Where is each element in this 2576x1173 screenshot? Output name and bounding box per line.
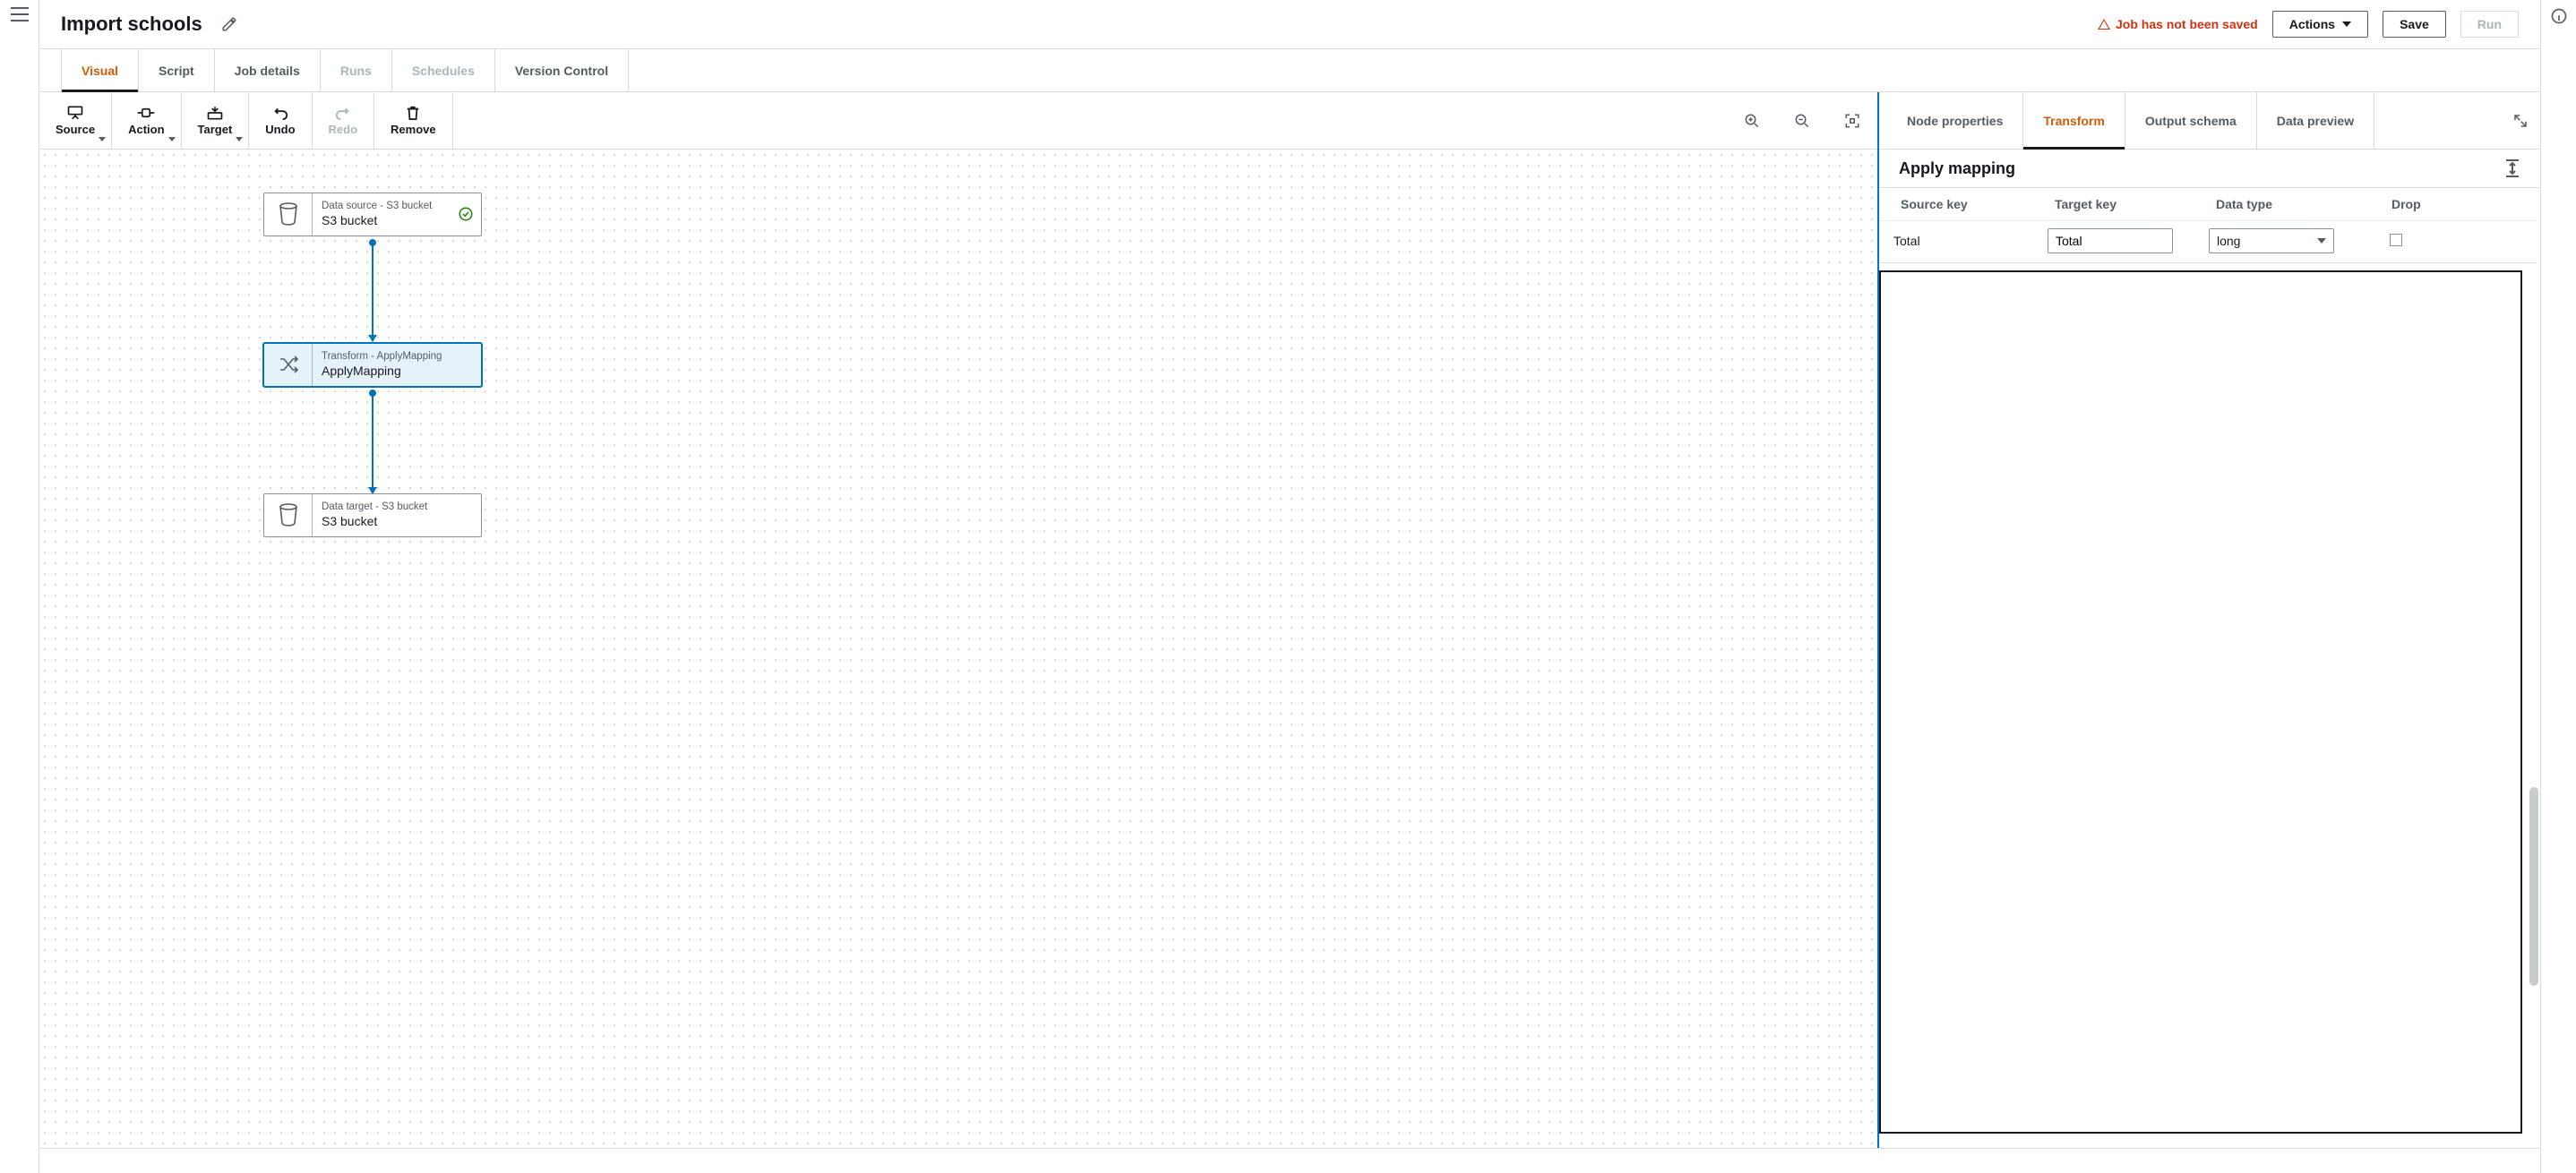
- panel-scrollbar[interactable]: [2528, 151, 2540, 1144]
- node-title: S3 bucket: [322, 213, 442, 228]
- edge-transform-to-target: [372, 393, 374, 493]
- main-tabs: Visual Script Job details Runs Schedules…: [39, 49, 2540, 92]
- add-action-button[interactable]: Action: [112, 92, 181, 149]
- footer-bar: [39, 1148, 2540, 1173]
- add-target-button[interactable]: Target: [182, 92, 250, 149]
- fit-view-button[interactable]: [1827, 92, 1877, 149]
- caret-down-icon: [99, 137, 106, 141]
- node-subtitle: Data source - S3 bucket: [322, 201, 442, 213]
- node-transform-applymapping[interactable]: Transform - ApplyMapping ApplyMapping: [263, 343, 482, 387]
- redo-icon: [335, 106, 351, 120]
- tab-node-properties[interactable]: Node properties: [1886, 92, 2023, 149]
- zoom-out-button[interactable]: [1777, 92, 1827, 149]
- page-title: Import schools: [61, 13, 202, 36]
- zoom-in-button[interactable]: [1727, 92, 1777, 149]
- bucket-icon: [278, 202, 299, 226]
- caret-down-icon: [2342, 21, 2351, 27]
- unsaved-warning-text: Job has not been saved: [2116, 17, 2258, 31]
- column-target-key: Target key: [2055, 197, 2216, 211]
- mapping-data-type-select[interactable]: long: [2209, 228, 2334, 253]
- unsaved-warning: Job has not been saved: [2098, 17, 2258, 31]
- expand-panel-button[interactable]: [2501, 92, 2540, 149]
- mapping-target-key-input[interactable]: [2048, 228, 2173, 253]
- mapping-source-key: Total: [1886, 234, 2048, 248]
- bucket-icon: [278, 503, 299, 527]
- caret-down-icon: [168, 137, 176, 141]
- expand-vertical-button[interactable]: [2504, 158, 2520, 178]
- tab-schedules: Schedules: [392, 49, 495, 91]
- tab-job-details[interactable]: Job details: [215, 49, 321, 91]
- column-source-key: Source key: [1893, 197, 2055, 211]
- node-subtitle: Data target - S3 bucket: [322, 501, 472, 514]
- undo-icon: [272, 106, 288, 120]
- pencil-icon: [221, 16, 237, 32]
- fit-view-icon: [1844, 113, 1860, 129]
- side-panel-tabs: Node properties Transform Output schema …: [1879, 92, 2540, 150]
- tab-output-schema[interactable]: Output schema: [2125, 92, 2257, 149]
- tab-script[interactable]: Script: [139, 49, 215, 91]
- node-subtitle: Transform - ApplyMapping: [322, 351, 472, 364]
- nav-menu-icon[interactable]: [11, 7, 29, 21]
- column-data-type: Data type: [2216, 197, 2377, 211]
- warning-icon: [2098, 19, 2110, 30]
- tab-version-control[interactable]: Version Control: [495, 49, 629, 91]
- caret-down-icon: [2317, 238, 2326, 244]
- graph-canvas[interactable]: Data source - S3 bucket S3 bucket: [39, 150, 1877, 1148]
- tab-transform[interactable]: Transform: [2023, 92, 2125, 149]
- zoom-out-icon: [1794, 113, 1810, 129]
- edit-title-button[interactable]: [217, 12, 242, 37]
- mapping-row: Total long: [1879, 221, 2537, 263]
- trash-icon: [406, 105, 420, 121]
- action-icon: [136, 106, 156, 120]
- tab-runs: Runs: [321, 49, 392, 91]
- undo-button[interactable]: Undo: [249, 92, 312, 149]
- node-data-source[interactable]: Data source - S3 bucket S3 bucket: [263, 193, 482, 236]
- mapping-header-row: Source key Target key Data type Drop: [1879, 188, 2537, 221]
- caret-down-icon: [236, 137, 243, 141]
- edge-source-to-transform: [372, 243, 374, 341]
- mapping-drop-checkbox[interactable]: [2390, 234, 2402, 246]
- tab-visual[interactable]: Visual: [61, 49, 139, 91]
- zoom-in-icon: [1744, 113, 1760, 129]
- node-title: ApplyMapping: [322, 364, 472, 379]
- target-icon: [206, 105, 224, 121]
- expand-vertical-icon: [2504, 158, 2520, 178]
- source-icon: [66, 105, 84, 121]
- run-button[interactable]: Run: [2460, 11, 2519, 38]
- actions-button[interactable]: Actions: [2272, 11, 2368, 38]
- redo-button: Redo: [313, 92, 375, 149]
- tab-data-preview[interactable]: Data preview: [2257, 92, 2374, 149]
- mapping-editor-area[interactable]: [1879, 270, 2522, 1134]
- success-icon: [458, 206, 474, 222]
- add-source-button[interactable]: Source: [39, 92, 112, 149]
- node-data-target[interactable]: Data target - S3 bucket S3 bucket: [263, 493, 482, 537]
- info-icon: [2550, 7, 2568, 25]
- remove-button[interactable]: Remove: [374, 92, 453, 149]
- canvas-toolbar: Source Action: [39, 92, 1877, 150]
- column-drop: Drop: [2377, 197, 2522, 211]
- expand-icon: [2512, 113, 2529, 129]
- save-button[interactable]: Save: [2383, 11, 2446, 38]
- panel-title: Apply mapping: [1899, 159, 2015, 178]
- node-title: S3 bucket: [322, 514, 472, 529]
- info-button[interactable]: [2550, 7, 2568, 25]
- shuffle-icon: [278, 355, 299, 374]
